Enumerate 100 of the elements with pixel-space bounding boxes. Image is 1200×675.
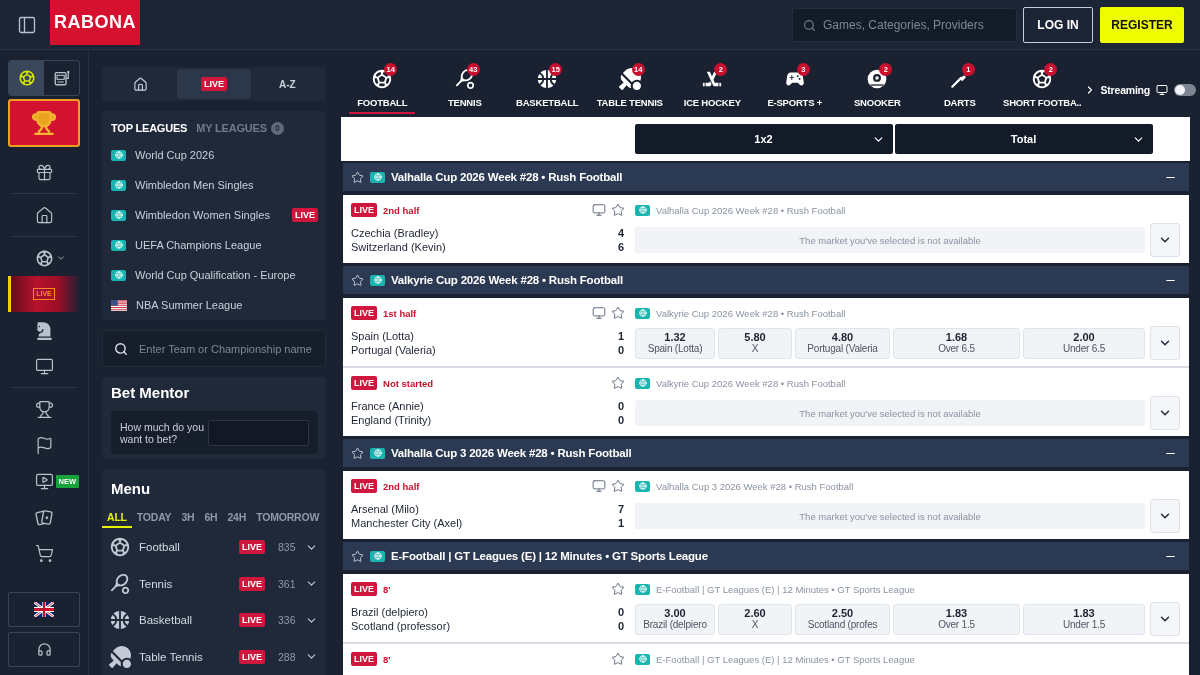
star-icon[interactable] [351,273,364,287]
score: 0 [617,400,624,412]
market-message: The market you've selected is not available [635,227,1145,253]
league-link[interactable]: UEFA Champions League [135,239,318,251]
leagues-tab[interactable]: TOP LEAGUES [111,122,188,134]
section-title: Valhalla Cup 3 2026 Week #28 • Rush Football [391,447,633,459]
match-status: 1st half [383,307,417,319]
home-icon [133,76,149,92]
promo-tile[interactable] [8,99,80,147]
monitor-play-icon [34,471,54,491]
odds-button[interactable]: 1.83 Under 1.5 [1023,603,1145,635]
odds-button[interactable]: 3.00 Brazil (delpiero [635,603,715,635]
star-icon[interactable] [611,652,625,666]
time-filter-tab[interactable]: TOMORROW [251,506,325,528]
live-badge: LIVE [201,77,227,91]
time-filter-tab[interactable]: TODAY [131,506,177,528]
globe-icon [635,307,650,319]
time-filter-tab[interactable]: 24H [222,506,252,528]
star-icon[interactable] [611,376,625,390]
prompt-text: How much do you want to bet? [120,420,206,445]
match-status: 2nd half [383,204,420,216]
language-button[interactable] [8,592,80,627]
odds-button[interactable]: 2.00 Under 6.5 [1023,327,1145,359]
globe-icon [635,204,650,216]
league-name: E-Football | GT Leagues (E) | 12 Minutes • GT Sports League [656,653,915,665]
star-icon[interactable] [351,549,364,563]
star-icon[interactable] [611,479,625,493]
mode-tab[interactable] [9,61,44,95]
sport-link[interactable]: Football [139,541,239,554]
match-status: Not started [383,377,434,389]
globe-icon [370,171,385,183]
logo: RABONA [50,0,140,45]
match-status: 8' [383,583,391,595]
league-link[interactable]: World Cup Qualification - Europe [135,269,318,281]
live-badge: LIVE [239,649,265,664]
team-name: Brazil (delpiero) [351,606,429,618]
league-link[interactable]: Wimbledon Women Singles [135,209,283,221]
globe-icon [111,269,126,281]
slot-machine-icon [52,69,71,87]
search-field[interactable]: Games, Categories, Providers [792,7,1017,42]
live-badge: LIVE [239,613,265,628]
live-badge: LIVE [239,540,265,555]
login-button[interactable]: LOG IN [1023,6,1093,43]
odds-button[interactable]: 1.68 Over 6.5 [893,327,1020,359]
time-filter-tab[interactable]: 3H [176,506,200,528]
odds-button[interactable]: 1.32 Spain (Lotta) [635,327,715,359]
globe-icon [635,583,650,595]
odds-button[interactable]: 5.80 X [718,327,792,359]
odds-button[interactable]: 2.50 Scotland (profes [795,603,890,635]
globe-icon [111,179,126,191]
monitor-icon[interactable] [592,203,606,217]
flag-icon [34,602,54,617]
sport-link[interactable]: Basketball [139,614,239,627]
score: 6 [617,241,624,253]
score: 0 [617,620,624,632]
odds-button[interactable]: 4.80 Portugal (Valeria [795,327,890,359]
league-link[interactable]: Wimbledon Men Singles [135,179,318,191]
tennis-racket-icon [109,572,131,595]
time-filter-tab[interactable]: ALL [102,506,132,528]
team-name: Portugal (Valeria) [351,344,436,356]
search-field[interactable]: Enter Team or Championship name [102,330,326,367]
star-icon[interactable] [611,203,625,217]
sport-link[interactable]: Tennis [139,577,239,590]
team-name: Scotland (professor) [351,620,451,632]
score: 0 [617,414,624,426]
monitor-icon[interactable] [592,306,606,320]
streaming-label: Streaming [1100,84,1151,96]
market-dropdown[interactable]: Total [895,124,1153,154]
league-name: Valkyrie Cup 2026 Week #28 • Rush Football [656,307,846,319]
sport-link[interactable]: Table Tennis [139,650,239,663]
quick-tab[interactable]: A-Z [250,69,324,99]
star-icon[interactable] [611,306,625,320]
streaming-toggle[interactable] [1174,84,1197,96]
register-button[interactable]: REGISTER [1100,6,1184,43]
odds-button[interactable]: 1.83 Over 1.5 [893,603,1020,635]
amount-input[interactable] [208,419,309,446]
live-badge: LIVE [351,203,377,217]
market-dropdown[interactable]: 1x2 [635,124,893,154]
score: 0 [617,606,624,618]
match-status: 2nd half [383,480,420,492]
quick-tab[interactable]: LIVE [177,69,251,99]
league-link[interactable]: World Cup 2026 [135,149,318,161]
league-name: Valhalla Cup 2026 Week #28 • Rush Football [656,204,846,216]
globe-icon [635,377,650,389]
star-icon[interactable] [351,170,364,184]
search-icon [803,18,816,32]
star-icon[interactable] [351,446,364,460]
score: 1 [617,330,624,342]
event-count: 288 [278,650,297,663]
globe-icon [635,480,650,492]
time-filter-tab[interactable]: 6H [199,506,223,528]
football-icon [17,69,36,87]
cart-icon [34,543,54,563]
monitor-icon[interactable] [592,479,606,493]
league-link[interactable]: NBA Summer League [136,299,318,311]
star-icon[interactable] [611,582,625,596]
support-button[interactable] [8,632,80,667]
odds-button[interactable]: 2.60 X [718,603,792,635]
billiard-ball-icon [866,68,889,90]
live-badge: LIVE [239,576,265,591]
